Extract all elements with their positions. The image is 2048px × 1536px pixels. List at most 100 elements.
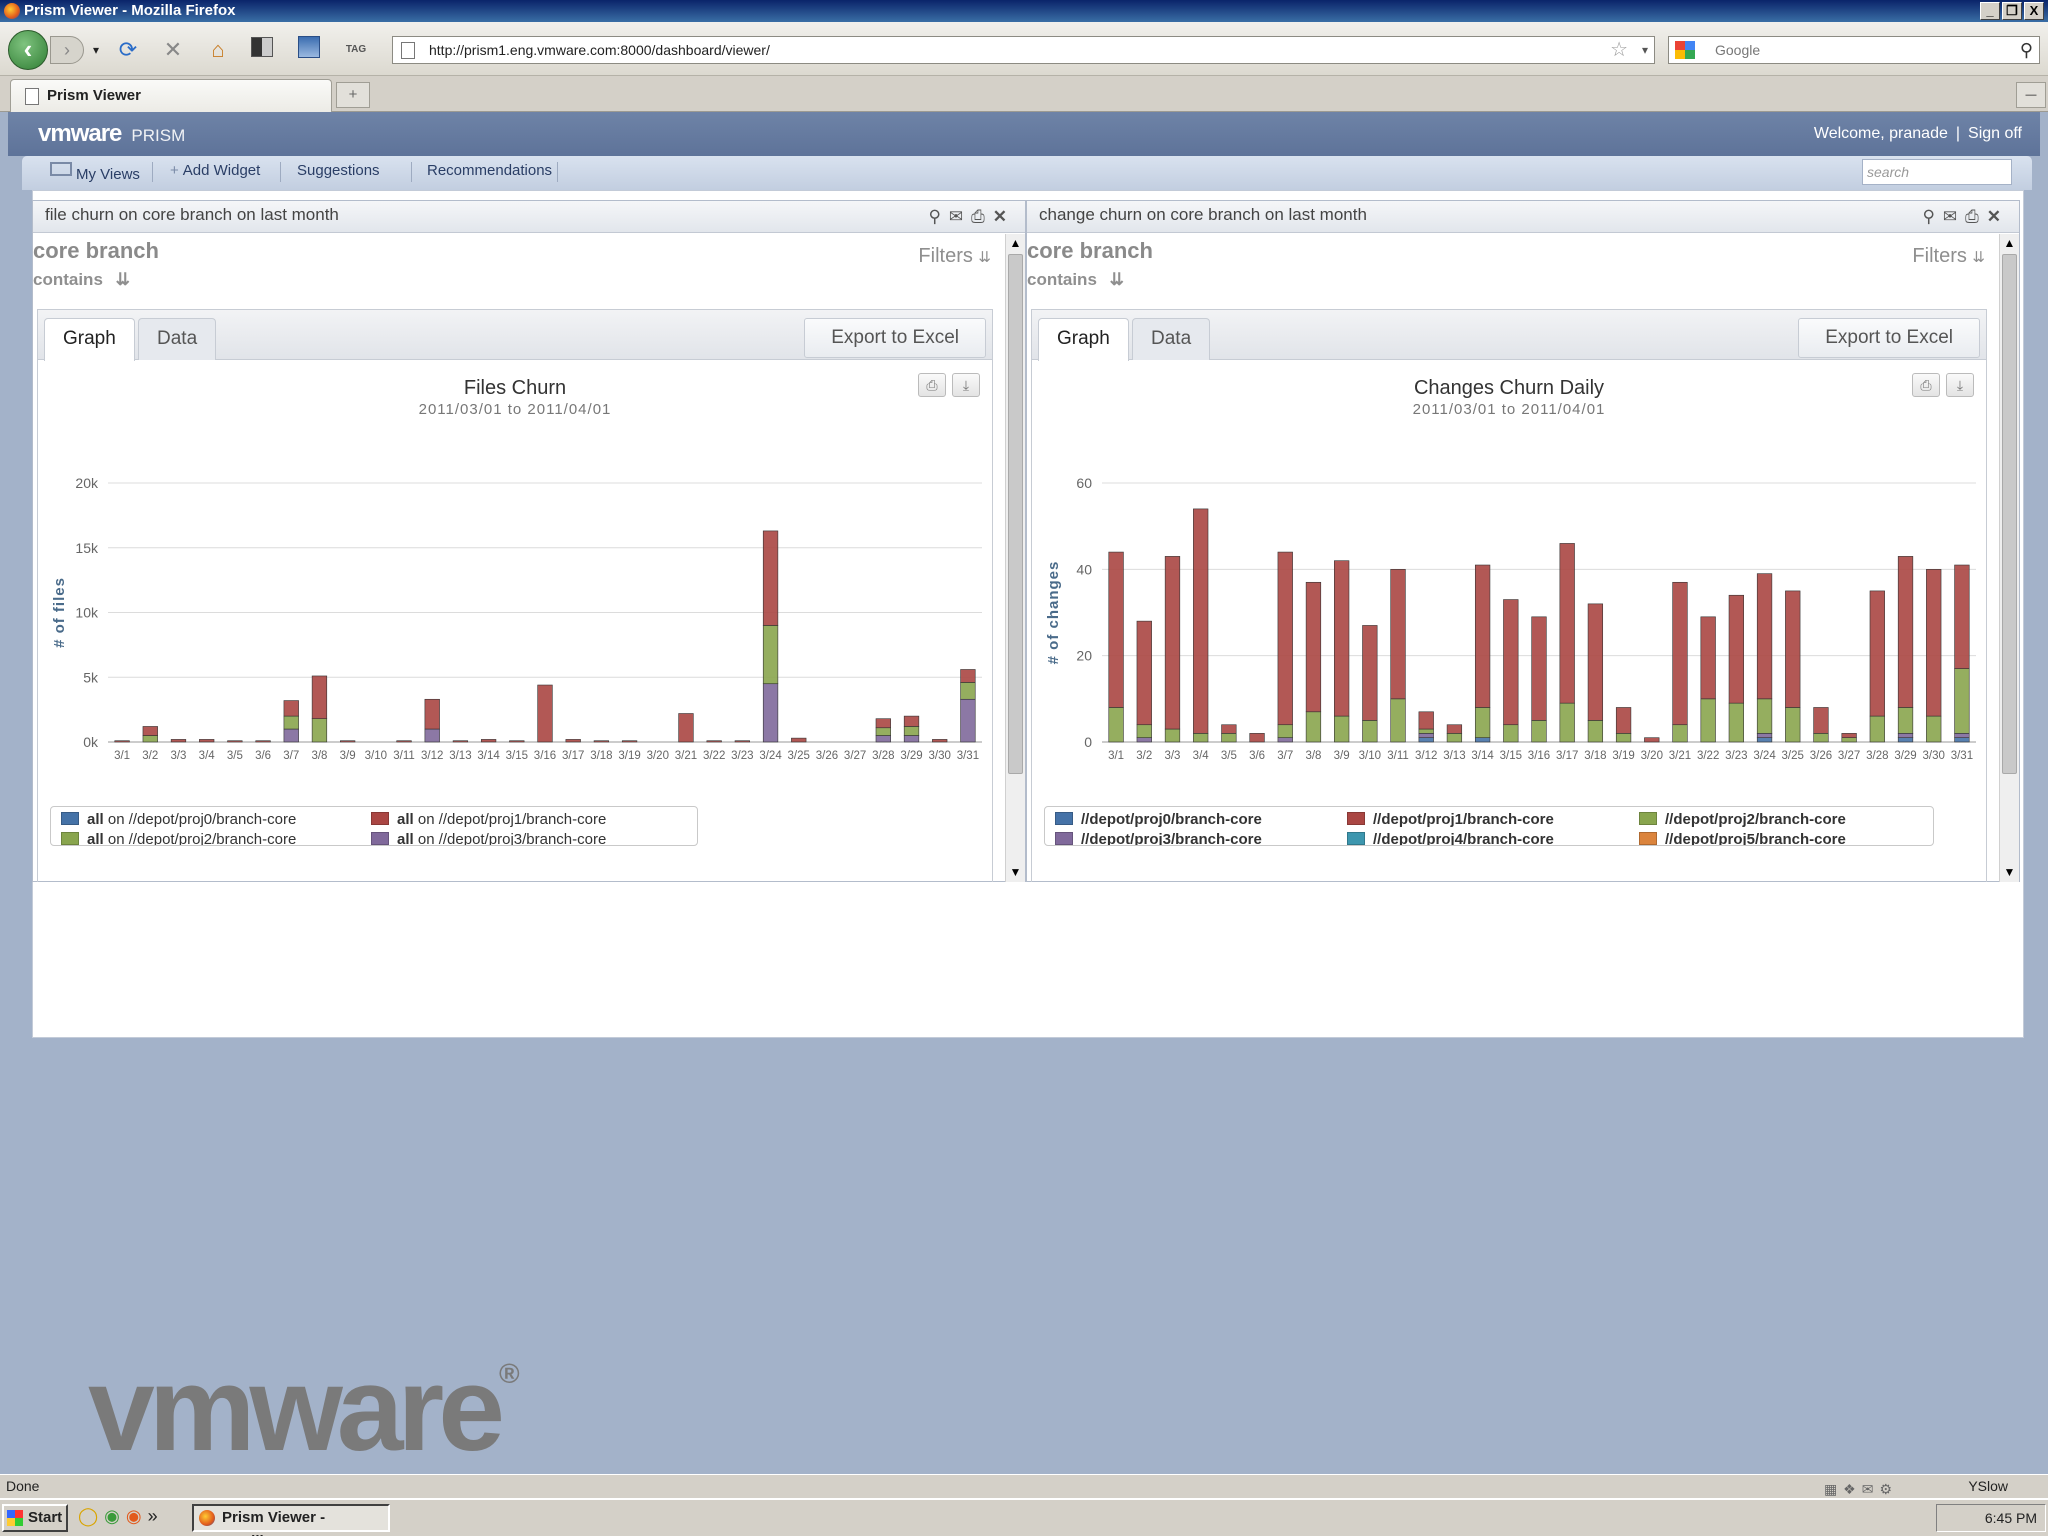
minimize-button[interactable]: _ xyxy=(1980,2,2000,20)
email-icon[interactable]: ✉ xyxy=(949,207,971,226)
close-icon[interactable]: ✕ xyxy=(993,207,1015,226)
browser-tab[interactable]: Prism Viewer xyxy=(10,79,332,112)
menu-suggestions[interactable]: Suggestions xyxy=(297,162,380,179)
x-tick-label: 3/31 xyxy=(1951,750,1973,762)
bar-segment xyxy=(1785,707,1801,743)
widget-scrollbar[interactable]: ▲ ▼ xyxy=(1005,234,1025,882)
outlook-icon[interactable]: ◯ xyxy=(78,1506,104,1526)
url-dropdown-icon[interactable]: ▾ xyxy=(1642,37,1648,63)
tab-graph[interactable]: Graph xyxy=(1038,318,1129,361)
print-icon[interactable]: ⎙ xyxy=(1965,207,1987,226)
legend-swatch xyxy=(61,832,79,845)
menu-my-views[interactable]: My Views xyxy=(50,162,140,183)
scroll-up-icon[interactable]: ▲ xyxy=(2002,236,2017,251)
email-icon[interactable]: ✉ xyxy=(1943,207,1965,226)
close-window-button[interactable]: X xyxy=(2024,2,2044,20)
sign-off-link[interactable]: Sign off xyxy=(1968,125,2022,142)
legend-item[interactable]: //depot/proj2/branch-core xyxy=(1639,811,1846,828)
reload-icon[interactable]: ⟳ xyxy=(114,36,142,64)
filters-toggle[interactable]: Filters ⇊ xyxy=(918,245,991,268)
bar-segment xyxy=(762,530,779,626)
legend-item[interactable]: all on //depot/proj1/branch-core xyxy=(371,811,606,828)
x-tick-label: 3/17 xyxy=(562,750,584,762)
start-button[interactable]: Start xyxy=(2,1504,68,1532)
chart-print-icon[interactable]: ⎙ xyxy=(918,373,946,397)
scroll-up-icon[interactable]: ▲ xyxy=(1008,236,1023,251)
yslow-button[interactable]: YSlow xyxy=(1968,1475,2008,1497)
chart-print-icon[interactable]: ⎙ xyxy=(1912,373,1940,397)
maximize-button[interactable]: ❐ xyxy=(2002,2,2022,20)
export-excel-button[interactable]: Export to Excel xyxy=(804,318,986,358)
bar-segment xyxy=(621,740,638,743)
legend-item[interactable]: //depot/proj4/branch-core xyxy=(1347,831,1554,845)
bar-segment xyxy=(1136,737,1152,743)
legend-item[interactable]: //depot/proj0/branch-core xyxy=(1055,811,1262,828)
bar-segment xyxy=(1164,728,1181,743)
status-icons[interactable]: ▦❖✉⚙ xyxy=(1824,1478,1898,1500)
bookmark-star-icon[interactable]: ☆ xyxy=(1610,37,1628,63)
filters-toggle[interactable]: Filters ⇊ xyxy=(1912,245,1985,268)
taskbar-app-firefox[interactable]: Prism Viewer - Mozilla... xyxy=(192,1504,390,1536)
menu-add-widget[interactable]: + Add Widget xyxy=(170,162,260,179)
new-tab-button[interactable]: + xyxy=(336,82,370,108)
history-dropdown-icon[interactable]: ▾ xyxy=(82,36,110,64)
close-icon[interactable]: ✕ xyxy=(1987,207,2009,226)
quick-launch[interactable]: ◯◉◉» xyxy=(78,1506,164,1527)
chrome-icon[interactable]: ◉ xyxy=(104,1506,126,1526)
legend-label: //depot/proj2/branch-core xyxy=(1665,811,1846,828)
menu-recommendations[interactable]: Recommendations xyxy=(427,162,552,179)
legend-item[interactable]: all on //depot/proj3/branch-core xyxy=(371,831,606,846)
bar-segment xyxy=(1756,733,1773,738)
tag-icon[interactable]: TAG xyxy=(342,36,370,64)
print-icon[interactable]: ⎙ xyxy=(971,207,993,226)
bar-segment xyxy=(1728,594,1744,704)
contains-toggle[interactable]: contains ⇊ xyxy=(33,270,130,290)
tab-graph[interactable]: Graph xyxy=(44,318,135,361)
more-icon[interactable]: » xyxy=(148,1506,164,1526)
back-button[interactable]: ‹ xyxy=(8,30,48,70)
home-icon[interactable]: ⌂ xyxy=(204,36,232,64)
app-search-input[interactable]: search xyxy=(1862,159,2012,185)
scroll-thumb[interactable] xyxy=(1008,254,1023,774)
chart-download-icon[interactable]: ⤓ xyxy=(952,373,980,397)
x-tick-label: 3/27 xyxy=(844,750,866,762)
scroll-down-icon[interactable]: ▼ xyxy=(2002,865,2017,880)
y-tick-label: 20k xyxy=(75,475,99,491)
x-tick-label: 3/9 xyxy=(1334,750,1350,762)
x-tick-label: 3/23 xyxy=(1725,750,1747,762)
legend-item[interactable]: //depot/proj3/branch-core xyxy=(1055,831,1262,845)
bar-segment xyxy=(734,740,750,743)
x-tick-label: 3/22 xyxy=(1697,750,1719,762)
url-bar[interactable]: http://prism1.eng.vmware.com:8000/dashbo… xyxy=(392,36,1655,64)
stop-icon[interactable]: ✕ xyxy=(159,36,187,64)
contains-toggle[interactable]: contains ⇊ xyxy=(1027,270,1124,290)
bar-segment xyxy=(114,740,130,743)
legend-item[interactable]: all on //depot/proj2/branch-core xyxy=(61,831,296,845)
forward-button[interactable]: › xyxy=(50,36,84,64)
zoom-icon[interactable]: ⚲ xyxy=(928,207,948,226)
legend-item[interactable]: //depot/proj5/branch-core xyxy=(1639,831,1846,845)
bar-segment xyxy=(1390,569,1406,700)
tab-data[interactable]: Data xyxy=(138,318,217,360)
zoom-icon[interactable]: ⚲ xyxy=(1922,207,1942,226)
scroll-thumb[interactable] xyxy=(2002,254,2017,774)
x-tick-label: 3/31 xyxy=(957,750,979,762)
bookmark-manager-icon[interactable] xyxy=(248,36,276,64)
tab-list-button[interactable]: — xyxy=(2016,82,2046,108)
screen-icon[interactable] xyxy=(295,36,323,64)
clock: 6:45 PM xyxy=(1984,1510,2037,1526)
bar-segment xyxy=(1672,724,1688,743)
scroll-down-icon[interactable]: ▼ xyxy=(1008,865,1023,880)
chart-download-icon[interactable]: ⤓ xyxy=(1946,373,1974,397)
tab-data[interactable]: Data xyxy=(1132,318,1211,360)
firefox-launch-icon[interactable]: ◉ xyxy=(126,1506,148,1526)
y-axis-label: # of changes xyxy=(1045,561,1062,665)
search-icon[interactable]: ⚲ xyxy=(2020,37,2033,63)
legend-item[interactable]: //depot/proj1/branch-core xyxy=(1347,811,1554,828)
legend-prefix: all xyxy=(397,831,414,846)
search-engine-box[interactable]: Google ⚲ xyxy=(1668,36,2040,64)
navigation-toolbar: ‹ › ▾ ⟳ ✕ ⌂ TAG http://prism1.eng.vmware… xyxy=(0,22,2048,76)
widget-scrollbar[interactable]: ▲ ▼ xyxy=(1999,234,2019,882)
export-excel-button[interactable]: Export to Excel xyxy=(1798,318,1980,358)
legend-item[interactable]: all on //depot/proj0/branch-core xyxy=(61,811,296,828)
